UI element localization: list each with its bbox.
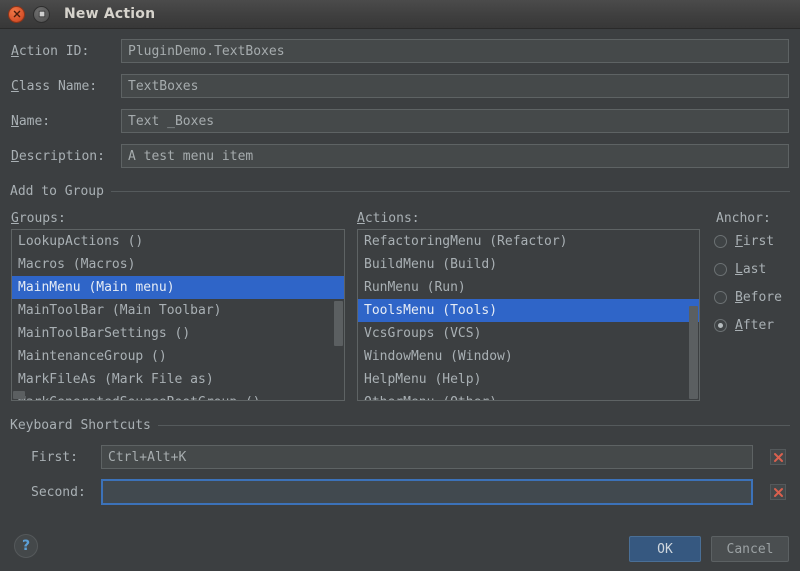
maximize-square-glyph — [38, 10, 45, 18]
anchor-option-label: After — [735, 317, 775, 333]
list-item[interactable]: MaintenanceGroup () — [12, 345, 344, 368]
cancel-button[interactable]: Cancel — [711, 536, 789, 562]
list-item[interactable]: OtherMenu (Other) — [358, 391, 699, 400]
label-action-id: Action ID: — [11, 44, 90, 59]
list-item[interactable]: RefactoringMenu (Refactor) — [358, 230, 699, 253]
clear-x-icon-first[interactable] — [770, 449, 786, 465]
first-shortcut-label: First: — [31, 450, 78, 465]
list-item[interactable]: MainMenu (Main menu) — [12, 276, 344, 299]
anchor-option-after[interactable]: After — [714, 315, 774, 335]
list-item[interactable]: MarkFileAs (Mark File as) — [12, 368, 344, 391]
groups-list-horizontal-scrollbar[interactable] — [13, 391, 25, 399]
clear-x-icon-second[interactable] — [770, 484, 786, 500]
list-item[interactable]: WindowMenu (Window) — [358, 345, 699, 368]
list-item[interactable]: MarkGeneratedSourceRootGroup () — [12, 391, 344, 400]
title-bar: New Action — [0, 0, 800, 29]
anchor-option-label: Last — [735, 261, 767, 277]
actions-label: Actions: — [357, 211, 420, 226]
list-item[interactable]: MainToolBarSettings () — [12, 322, 344, 345]
radio-icon — [714, 318, 727, 332]
anchor-option-first[interactable]: First — [714, 231, 774, 251]
window-title: New Action — [64, 6, 156, 22]
list-item[interactable]: ToolsMenu (Tools) — [358, 299, 699, 322]
maximize-icon[interactable] — [33, 5, 50, 23]
anchor-option-label: First — [735, 233, 775, 249]
close-icon[interactable] — [8, 5, 25, 23]
list-item[interactable]: RunMenu (Run) — [358, 276, 699, 299]
name-input[interactable]: Text _Boxes — [121, 109, 789, 133]
first-shortcut-input[interactable]: Ctrl+Alt+K — [101, 445, 753, 469]
label-name: Name: — [11, 114, 51, 129]
list-item[interactable]: HelpMenu (Help) — [358, 368, 699, 391]
list-item[interactable]: MainToolBar (Main Toolbar) — [12, 299, 344, 322]
anchor-option-label: Before — [735, 289, 782, 305]
second-shortcut-label: Second: — [31, 485, 86, 500]
label-description: Description: — [11, 149, 105, 164]
add-to-group-section-title: Add to Group — [10, 184, 111, 199]
help-icon[interactable]: ? — [14, 534, 38, 558]
actions-list-vertical-scrollbar[interactable] — [689, 306, 698, 399]
action-id-input[interactable]: PluginDemo.TextBoxes — [121, 39, 789, 63]
anchor-label: Anchor: — [716, 211, 771, 226]
list-item[interactable]: LookupActions () — [12, 230, 344, 253]
class-name-input[interactable]: TextBoxes — [121, 74, 789, 98]
radio-icon — [714, 290, 727, 304]
anchor-option-before[interactable]: Before — [714, 287, 782, 307]
x-glyph — [773, 487, 783, 497]
actions-list[interactable]: RefactoringMenu (Refactor) BuildMenu (Bu… — [357, 229, 700, 401]
radio-icon — [714, 262, 727, 276]
list-item[interactable]: BuildMenu (Build) — [358, 253, 699, 276]
x-glyph — [773, 452, 783, 462]
description-input[interactable]: A test menu item — [121, 144, 789, 168]
add-to-group-separator — [100, 191, 790, 192]
groups-list-vertical-scrollbar[interactable] — [334, 301, 343, 346]
close-x-glyph — [13, 10, 20, 18]
new-action-dialog: New Action Action ID: Class Name: Name: … — [0, 0, 800, 571]
keyboard-shortcuts-separator — [144, 425, 790, 426]
label-class-name: Class Name: — [11, 79, 98, 94]
groups-list[interactable]: LookupActions () Macros (Macros) MainMen… — [11, 229, 345, 401]
second-shortcut-input[interactable] — [101, 479, 753, 505]
list-item[interactable]: Macros (Macros) — [12, 253, 344, 276]
list-item[interactable]: VcsGroups (VCS) — [358, 322, 699, 345]
keyboard-shortcuts-section-title: Keyboard Shortcuts — [10, 418, 158, 433]
help-glyph: ? — [21, 538, 31, 554]
ok-button[interactable]: OK — [629, 536, 701, 562]
radio-icon — [714, 234, 727, 248]
anchor-option-last[interactable]: Last — [714, 259, 766, 279]
groups-label: Groups: — [11, 211, 66, 226]
